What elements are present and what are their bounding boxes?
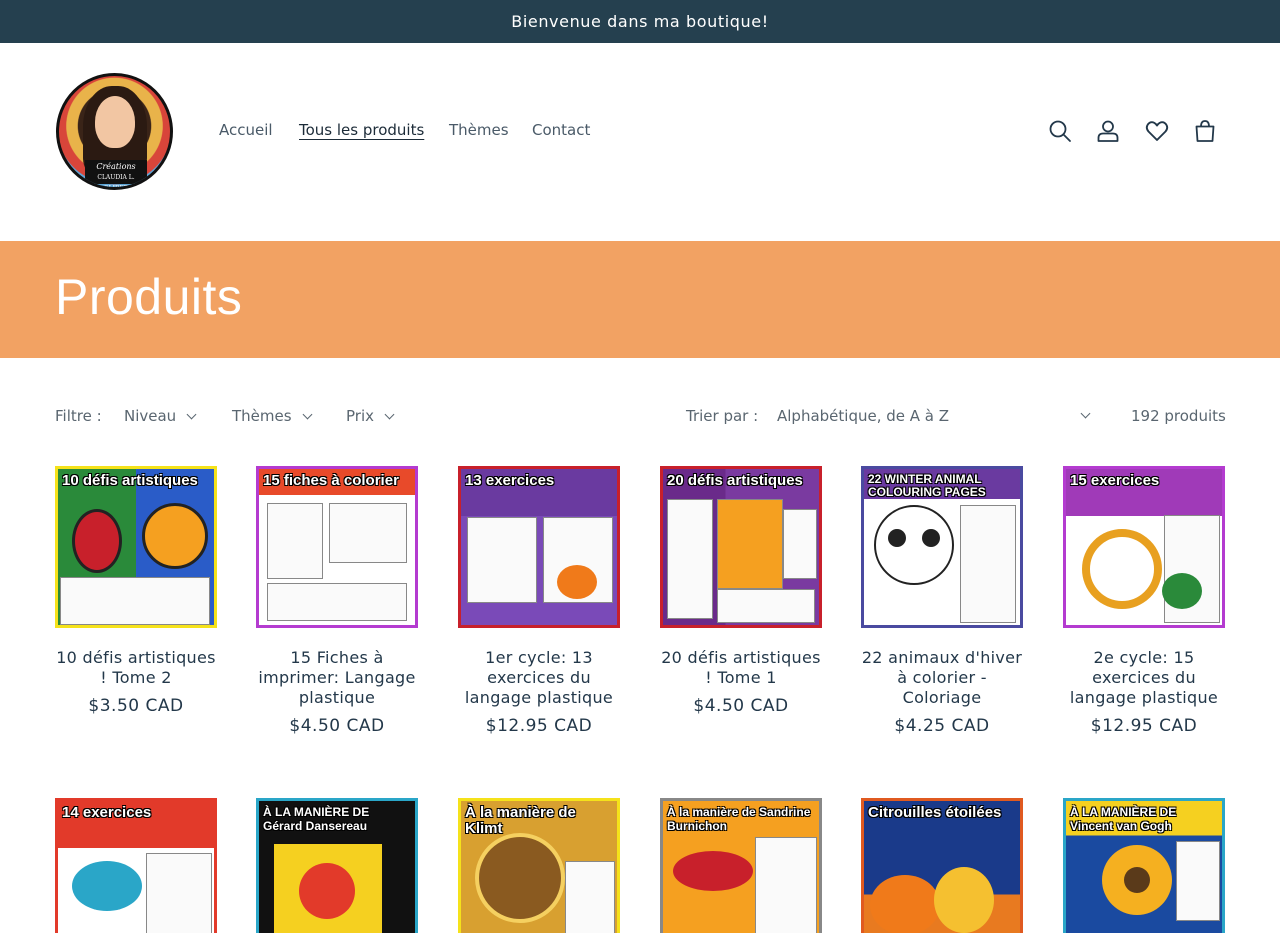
product-image[interactable]: 14 exercices — [55, 798, 217, 933]
filter-label: Filtre : — [55, 407, 102, 425]
product-image[interactable]: À la manière de Klimt — [458, 798, 620, 933]
announcement-text: Bienvenue dans ma boutique! — [511, 12, 769, 31]
product-price: $4.50 CAD — [693, 696, 789, 716]
filter-themes[interactable]: Thèmes — [232, 407, 313, 425]
chevron-down-icon[interactable] — [1080, 408, 1091, 419]
nav-tous-les-produits[interactable]: Tous les produits — [299, 121, 424, 139]
sort-select[interactable]: Alphabétique, de A à Z — [777, 407, 949, 425]
product-price: $4.50 CAD — [289, 716, 385, 736]
chevron-down-icon — [302, 409, 313, 419]
chevron-down-icon — [186, 409, 197, 419]
product-name[interactable]: 20 défis artistiques ! Tome 1 — [656, 648, 826, 688]
wishlist-heart-icon[interactable] — [1144, 118, 1170, 144]
collection-title: Produits — [55, 269, 243, 325]
product-image[interactable]: 15 exercices — [1063, 466, 1225, 628]
product-image[interactable]: À la manière de Sandrine Burnichon — [660, 798, 822, 933]
nav-contact[interactable]: Contact — [532, 121, 590, 139]
product-image[interactable]: À LA MANIÈRE DE Gérard Dansereau — [256, 798, 418, 933]
nav-accueil[interactable]: Accueil — [219, 121, 273, 139]
logo-signature: Créations CLAUDIA L. OLIBER — [85, 160, 147, 187]
cart-icon[interactable] — [1192, 118, 1218, 144]
logo-portrait-face — [95, 96, 135, 148]
search-icon[interactable] — [1047, 118, 1073, 144]
product-image[interactable]: 22 WINTER ANIMAL COLOURING PAGES — [861, 466, 1023, 628]
product-name[interactable]: 2e cycle: 15 exercices du langage plasti… — [1059, 648, 1229, 708]
product-price: $3.50 CAD — [88, 696, 184, 716]
product-price: $12.95 CAD — [1090, 716, 1198, 736]
product-image[interactable]: 20 défis artistiques — [660, 466, 822, 628]
product-name[interactable]: 10 défis artistiques ! Tome 2 — [51, 648, 221, 688]
product-image[interactable]: 10 défis artistiques — [55, 466, 217, 628]
product-image[interactable]: 13 exercices — [458, 466, 620, 628]
announcement-bar: Bienvenue dans ma boutique! — [0, 0, 1280, 43]
product-price: $4.25 CAD — [894, 716, 990, 736]
store-logo[interactable]: Créations CLAUDIA L. OLIBER — [56, 73, 173, 190]
product-price: $12.95 CAD — [485, 716, 593, 736]
filter-niveau[interactable]: Niveau — [124, 407, 197, 425]
nav-themes[interactable]: Thèmes — [449, 121, 509, 139]
product-name[interactable]: 1er cycle: 13 exercices du langage plast… — [454, 648, 624, 708]
product-name[interactable]: 15 Fiches à imprimer: Langage plastique — [252, 648, 422, 708]
product-image[interactable]: À LA MANIÈRE DE Vincent van Gogh — [1063, 798, 1225, 933]
filter-prix[interactable]: Prix — [346, 407, 395, 425]
product-image[interactable]: Citrouilles étoilées — [861, 798, 1023, 933]
account-icon[interactable] — [1095, 118, 1121, 144]
product-image[interactable]: 15 fiches à colorier — [256, 466, 418, 628]
sort-label: Trier par : — [686, 407, 759, 425]
product-name[interactable]: 22 animaux d'hiver à colorier - Coloriag… — [857, 648, 1027, 708]
chevron-down-icon — [384, 409, 395, 419]
product-count: 192 produits — [1131, 407, 1226, 425]
